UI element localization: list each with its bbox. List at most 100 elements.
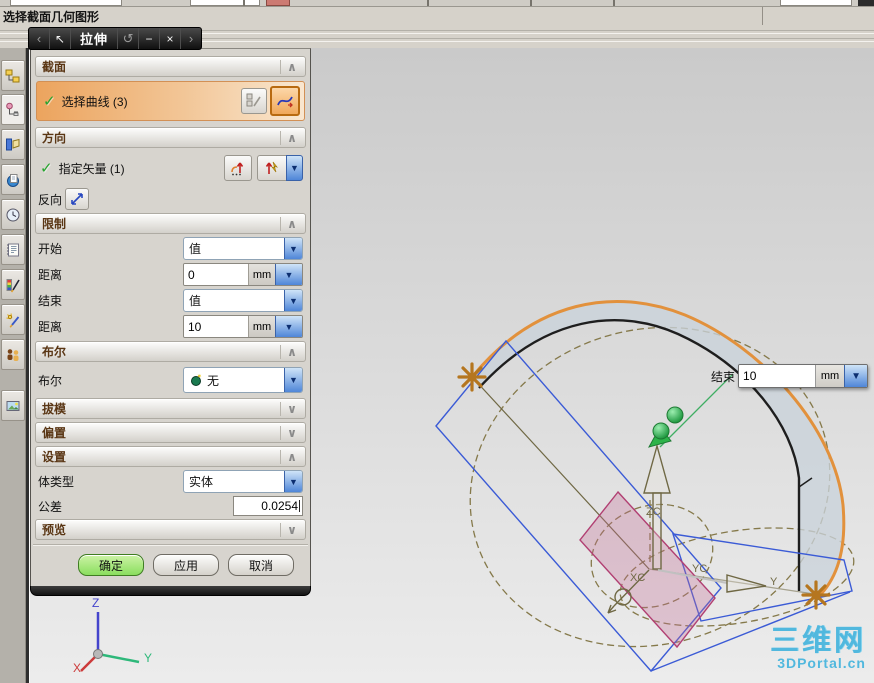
chevron-down-icon[interactable]: ∨ xyxy=(280,401,303,416)
options-arrow-icon[interactable]: ▼ xyxy=(275,264,302,285)
reverse-direction-button[interactable] xyxy=(65,188,90,210)
distance-label: 距离 xyxy=(38,320,63,334)
section-header-draft[interactable]: 拔模 ∨ xyxy=(35,398,306,419)
gallery-image-icon xyxy=(6,400,20,411)
section-header-offset[interactable]: 偏置 ∨ xyxy=(35,422,306,443)
section-title: 截面 xyxy=(42,60,67,74)
close-icon[interactable]: × xyxy=(160,28,182,49)
y-axis-arrow[interactable] xyxy=(726,574,767,593)
forward-icon[interactable]: › xyxy=(181,28,201,49)
select-curve-row[interactable]: ✓ 选择曲线 (3) xyxy=(36,81,305,121)
section-header-direction[interactable]: 方向 ∧ xyxy=(35,127,306,148)
vector-dialog-icon xyxy=(231,162,244,176)
part-navigator-icon xyxy=(6,138,20,150)
back-icon[interactable]: ‹ xyxy=(29,28,50,49)
extrude-dialog: 截面 ∧ ✓ 选择曲线 (3) 方向 ∧ ✓ 指定矢量 (1) ▼ 反向 限制 … xyxy=(30,48,311,596)
reset-icon[interactable]: ↺ xyxy=(118,28,140,49)
section-tools-icon xyxy=(246,93,261,107)
start-option-dropdown[interactable]: 值 ▼ xyxy=(183,237,303,260)
boolean-row: 布尔 无 ▼ xyxy=(38,365,303,395)
chevron-down-icon[interactable]: ▼ xyxy=(284,368,302,392)
vector-dialog-button[interactable] xyxy=(224,155,252,181)
sidebar-visualization-button[interactable] xyxy=(1,269,25,300)
dialog-title: 拉伸 xyxy=(71,28,119,49)
sketch-section-button[interactable] xyxy=(270,86,300,116)
notebook-icon xyxy=(7,243,19,256)
boolean-dropdown[interactable]: 无 ▼ xyxy=(183,367,303,393)
end-distance-options-button[interactable]: ▼ xyxy=(844,365,868,387)
triad-z-label: Z xyxy=(92,596,100,610)
sidebar-roles-button[interactable] xyxy=(1,339,25,370)
cancel-button[interactable]: 取消 xyxy=(228,554,294,576)
section-header-preview[interactable]: 预览 ∨ xyxy=(35,519,306,540)
dialog-titlebar[interactable]: ‹ ↖ 拉伸 ↺ − × › xyxy=(28,27,203,50)
section-header-settings[interactable]: 设置 ∧ xyxy=(35,446,306,467)
sidebar-visual-effects-button[interactable] xyxy=(1,304,25,335)
specify-vector-row: ✓ 指定矢量 (1) ▼ xyxy=(38,151,303,185)
reverse-direction-row: 反向 xyxy=(38,188,303,210)
section-title: 布尔 xyxy=(42,345,67,359)
resource-bar xyxy=(0,48,26,683)
sidebar-gallery-button[interactable] xyxy=(1,390,25,421)
start-distance-input[interactable]: 0 xyxy=(184,264,248,285)
end-distance-unit: mm xyxy=(815,365,845,387)
chevron-up-icon[interactable]: ∧ xyxy=(280,449,303,464)
end-distance-input[interactable]: 10 xyxy=(184,316,248,337)
section-title: 预览 xyxy=(42,523,67,537)
reverse-label: 反向 xyxy=(38,192,63,207)
sidebar-part-navigator-button[interactable] xyxy=(1,129,25,160)
section-header-boolean[interactable]: 布尔 ∧ xyxy=(35,341,306,362)
chevron-up-icon[interactable]: ∧ xyxy=(280,216,303,231)
constraint-navigator-icon xyxy=(6,102,19,116)
chevron-down-icon[interactable]: ▼ xyxy=(284,290,302,311)
section-tools-button[interactable] xyxy=(241,88,267,114)
end-distance-field[interactable]: 10 mm ▼ xyxy=(183,315,303,338)
start-distance-unit: mm xyxy=(248,264,275,285)
end-distance-label: 结束 xyxy=(711,369,736,384)
select-cursor-icon[interactable]: ↖ xyxy=(50,28,71,49)
drag-handle-sphere[interactable] xyxy=(652,422,670,440)
check-icon: ✓ xyxy=(43,93,56,110)
sketch-section-icon xyxy=(277,96,293,108)
chevron-down-icon[interactable]: ∨ xyxy=(280,425,303,440)
clipped-dark-block xyxy=(858,0,874,6)
watermark-title: 三维网 xyxy=(769,625,866,657)
chevron-up-icon[interactable]: ∧ xyxy=(280,130,303,145)
chevron-down-icon[interactable]: ▼ xyxy=(284,238,302,259)
y-axis-label: Y xyxy=(770,576,778,588)
body-type-dropdown[interactable]: 实体 ▼ xyxy=(183,470,303,493)
vector-type-dropdown[interactable]: ▼ xyxy=(286,155,303,181)
reverse-arrows-icon xyxy=(71,193,83,205)
chevron-down-icon[interactable]: ▼ xyxy=(284,471,302,492)
apply-button[interactable]: 应用 xyxy=(153,554,219,576)
sidebar-history-button[interactable] xyxy=(1,199,25,230)
tolerance-input[interactable]: 0.0254 xyxy=(233,496,303,516)
chevron-up-icon[interactable]: ∧ xyxy=(280,344,303,359)
body-type-row: 体类型 实体 ▼ xyxy=(38,470,303,493)
chevron-up-icon[interactable]: ∧ xyxy=(280,59,303,74)
section-header-section[interactable]: 截面 ∧ xyxy=(35,56,306,77)
vector-type-button[interactable] xyxy=(257,155,287,181)
toolbar-separator xyxy=(613,0,615,6)
sidebar-assembly-navigator-button[interactable] xyxy=(1,60,25,91)
assembly-navigator-icon xyxy=(5,69,20,82)
end-distance-input[interactable]: 10 xyxy=(739,365,816,387)
zc-axis-label: ZC xyxy=(646,506,661,518)
sidebar-reuse-library-button[interactable] xyxy=(1,164,25,195)
section-header-limits[interactable]: 限制 ∧ xyxy=(35,213,306,234)
yc-axis-label: YC xyxy=(692,563,708,575)
chevron-down-icon[interactable]: ∨ xyxy=(280,522,303,537)
sidebar-notebook-button[interactable] xyxy=(1,234,25,265)
dialog-bottom-bar[interactable] xyxy=(30,586,311,596)
tolerance-label: 公差 xyxy=(38,499,63,514)
boolean-none-icon xyxy=(191,374,202,386)
minimize-icon[interactable]: − xyxy=(139,28,161,49)
options-arrow-icon[interactable]: ▼ xyxy=(275,316,302,337)
start-distance-field[interactable]: 0 mm ▼ xyxy=(183,263,303,286)
clipped-toolbar-strip xyxy=(0,0,874,7)
sidebar-constraint-navigator-button[interactable] xyxy=(1,94,25,125)
ok-button[interactable]: 确定 xyxy=(78,554,144,576)
end-option-dropdown[interactable]: 值 ▼ xyxy=(183,289,303,312)
toolbar-separator xyxy=(243,0,245,6)
drag-handle-sphere[interactable] xyxy=(666,406,684,424)
